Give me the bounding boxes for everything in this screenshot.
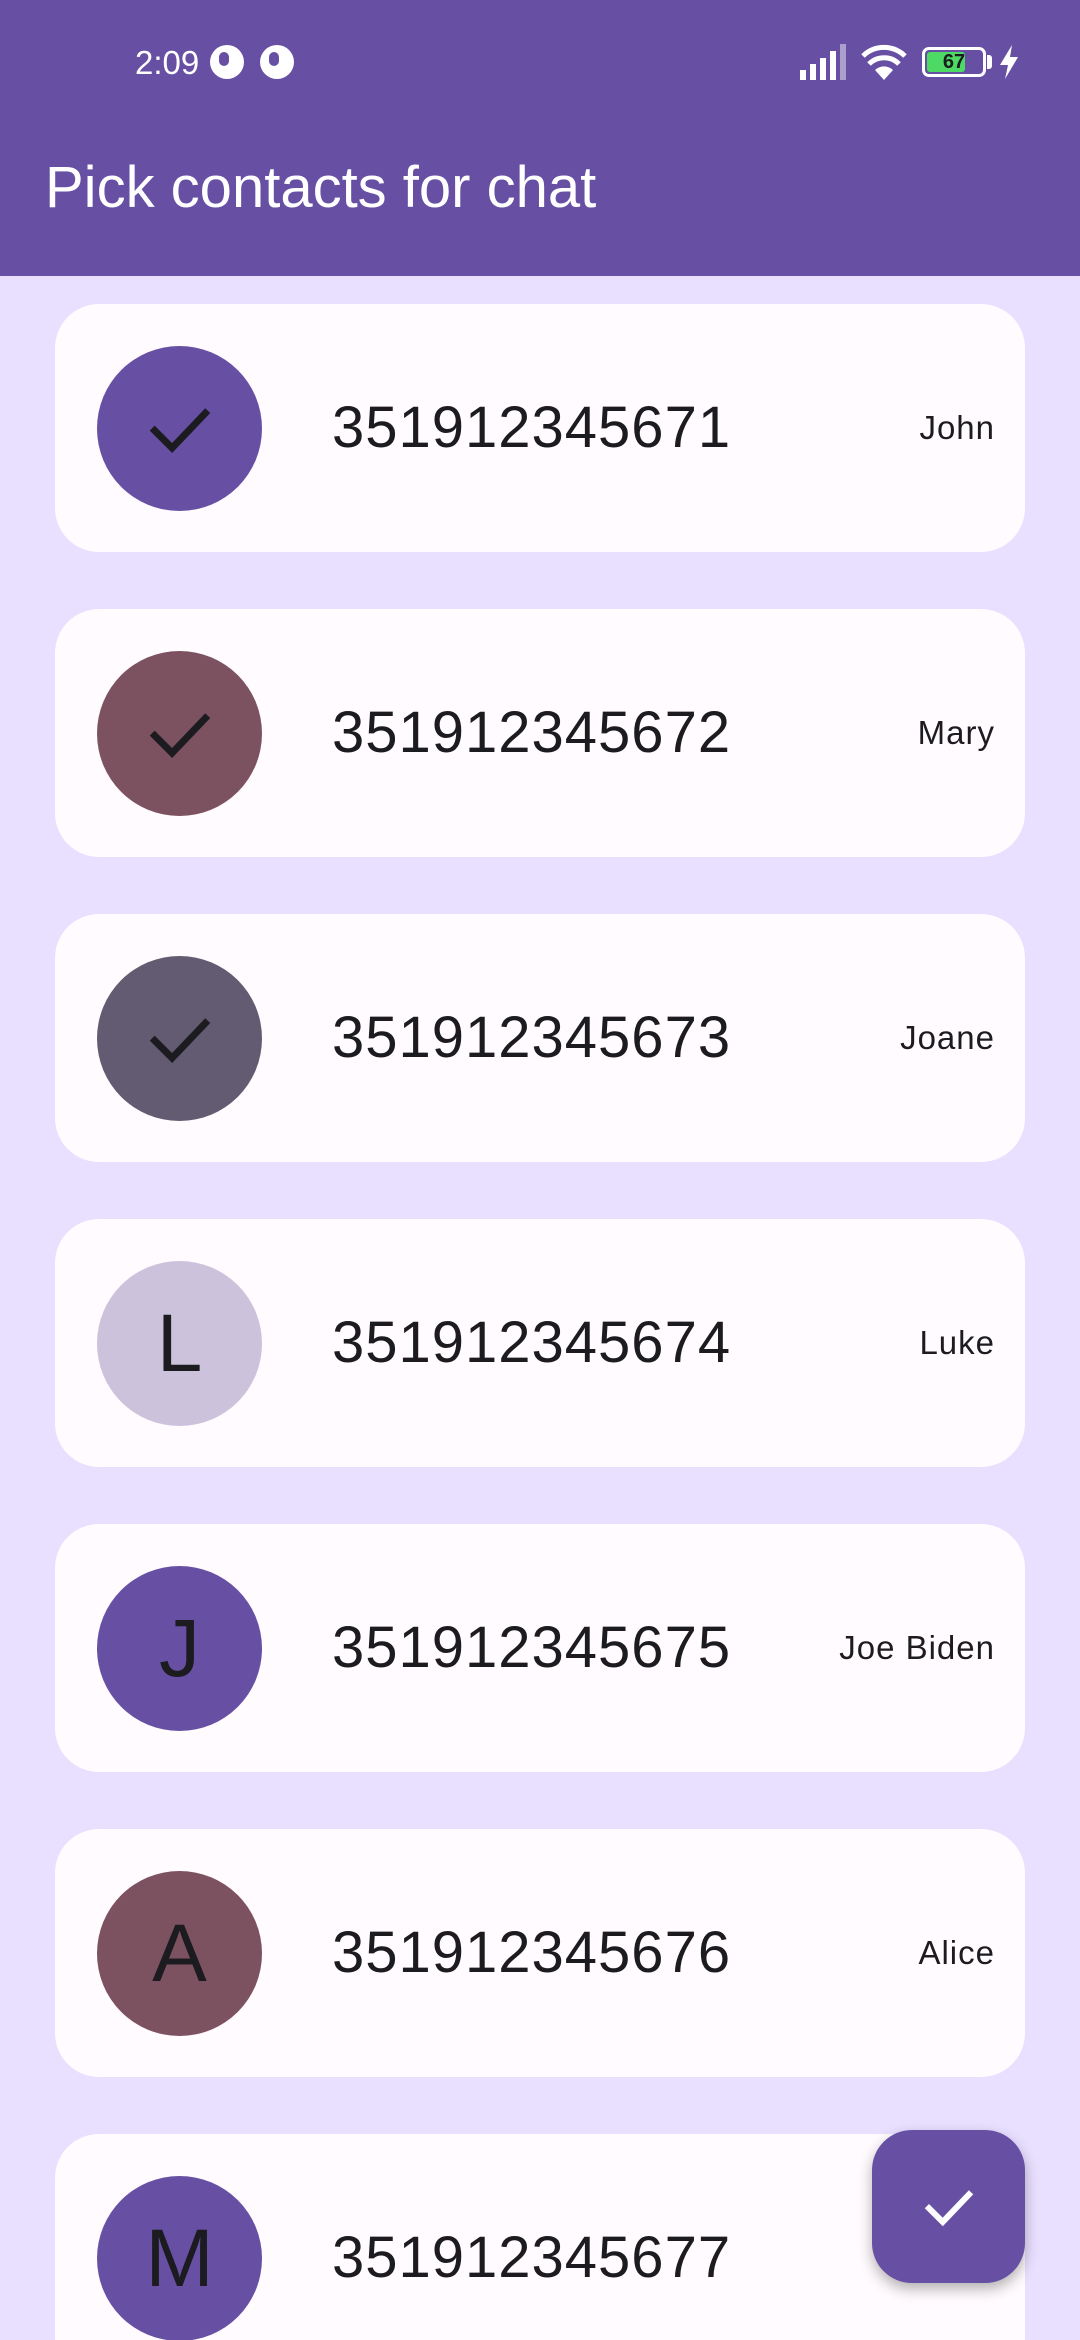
contact-card[interactable]: 351912345672 Mary xyxy=(55,609,1025,857)
contact-phone: 351912345672 xyxy=(332,700,732,765)
check-icon xyxy=(149,712,210,758)
contact-card[interactable]: A 351912345676 Alice xyxy=(55,1829,1025,2077)
confirm-fab-button[interactable] xyxy=(872,2130,1025,2283)
contact-phone: 351912345671 xyxy=(332,395,732,460)
signal-icon xyxy=(800,44,846,80)
contact-avatar[interactable]: M xyxy=(97,2176,262,2340)
avatar-initial: A xyxy=(152,1907,207,1999)
contact-name: Joe Biden xyxy=(839,1629,995,1666)
contact-card[interactable]: 351912345673 Joane xyxy=(55,914,1025,1162)
wifi-icon xyxy=(861,44,907,80)
selected-avatar[interactable] xyxy=(97,651,262,816)
contact-name: Joane xyxy=(900,1019,995,1056)
battery-icon: 67 xyxy=(922,47,986,77)
battery-level: 67 xyxy=(942,51,966,73)
contact-phone: 351912345676 xyxy=(332,1920,732,1985)
contact-avatar[interactable]: L xyxy=(97,1261,262,1426)
contact-name: Luke xyxy=(919,1324,995,1361)
notification-icon xyxy=(260,45,294,79)
charging-bolt-icon xyxy=(1000,45,1018,79)
contact-list[interactable]: 351912345671 John 351912345672 Mary 35191234… xyxy=(0,276,1080,2340)
contact-name: Alice xyxy=(918,1934,995,1971)
contact-avatar[interactable]: J xyxy=(97,1566,262,1731)
avatar-initial: J xyxy=(159,1602,200,1694)
contact-phone: 351912345673 xyxy=(332,1005,732,1070)
contact-phone: 351912345677 xyxy=(332,2225,732,2290)
contact-card[interactable]: 351912345671 John xyxy=(55,304,1025,552)
contact-card[interactable]: J 351912345675 Joe Biden xyxy=(55,1524,1025,1772)
contact-name: Mary xyxy=(917,714,995,751)
selected-avatar[interactable] xyxy=(97,956,262,1121)
contact-name: John xyxy=(919,409,995,446)
check-icon xyxy=(149,1017,210,1063)
battery-tip xyxy=(987,55,992,69)
contact-phone: 351912345675 xyxy=(332,1615,732,1680)
contact-avatar[interactable]: A xyxy=(97,1871,262,2036)
notification-icon xyxy=(210,45,244,79)
status-time: 2:09 xyxy=(135,44,200,81)
selected-avatar[interactable] xyxy=(97,346,262,511)
check-icon xyxy=(924,2189,973,2226)
contact-phone: 351912345674 xyxy=(332,1310,732,1375)
check-icon xyxy=(149,407,210,453)
page-title: Pick contacts for chat xyxy=(45,155,597,220)
contact-card[interactable]: L 351912345674 Luke xyxy=(55,1219,1025,1467)
avatar-initial: M xyxy=(145,2212,214,2304)
avatar-initial: L xyxy=(156,1297,203,1389)
top-app-bar: 2:09 67 Pick contacts for chat xyxy=(0,0,1080,276)
status-bar: 2:09 67 xyxy=(0,0,1080,125)
